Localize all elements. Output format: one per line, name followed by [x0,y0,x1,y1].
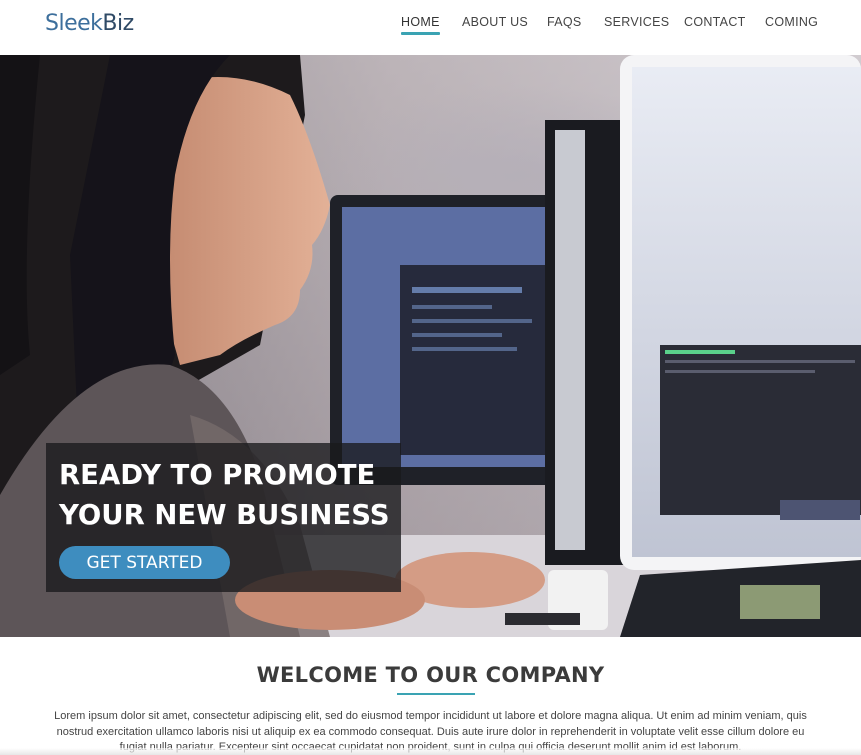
hero-banner: READY TO PROMOTE YOUR NEW BUSINESS GET S… [0,55,861,637]
hero-title: READY TO PROMOTE YOUR NEW BUSINESS [59,455,399,535]
scroll-edge [0,748,861,755]
nav-home[interactable]: HOME [401,15,440,35]
hero-title-line2: YOUR NEW BUSINESS [59,499,390,531]
main-nav: HOME ABOUT US FAQS SERVICES CONTACT COMI… [0,15,861,45]
nav-contact[interactable]: CONTACT [684,15,746,29]
nav-coming[interactable]: COMING [765,15,818,29]
nav-faqs[interactable]: FAQS [547,15,582,29]
hero-title-line1: READY TO PROMOTE [59,459,376,491]
get-started-button[interactable]: GET STARTED [59,546,230,579]
nav-services[interactable]: SERVICES [604,15,669,29]
hero-card: READY TO PROMOTE YOUR NEW BUSINESS GET S… [46,443,401,592]
welcome-heading: WELCOME TO OUR COMPANY [256,663,605,687]
heading-underline [397,693,475,695]
nav-about-us[interactable]: ABOUT US [462,15,528,29]
site-header: Sleek Biz HOME ABOUT US FAQS SERVICES CO… [0,0,861,55]
